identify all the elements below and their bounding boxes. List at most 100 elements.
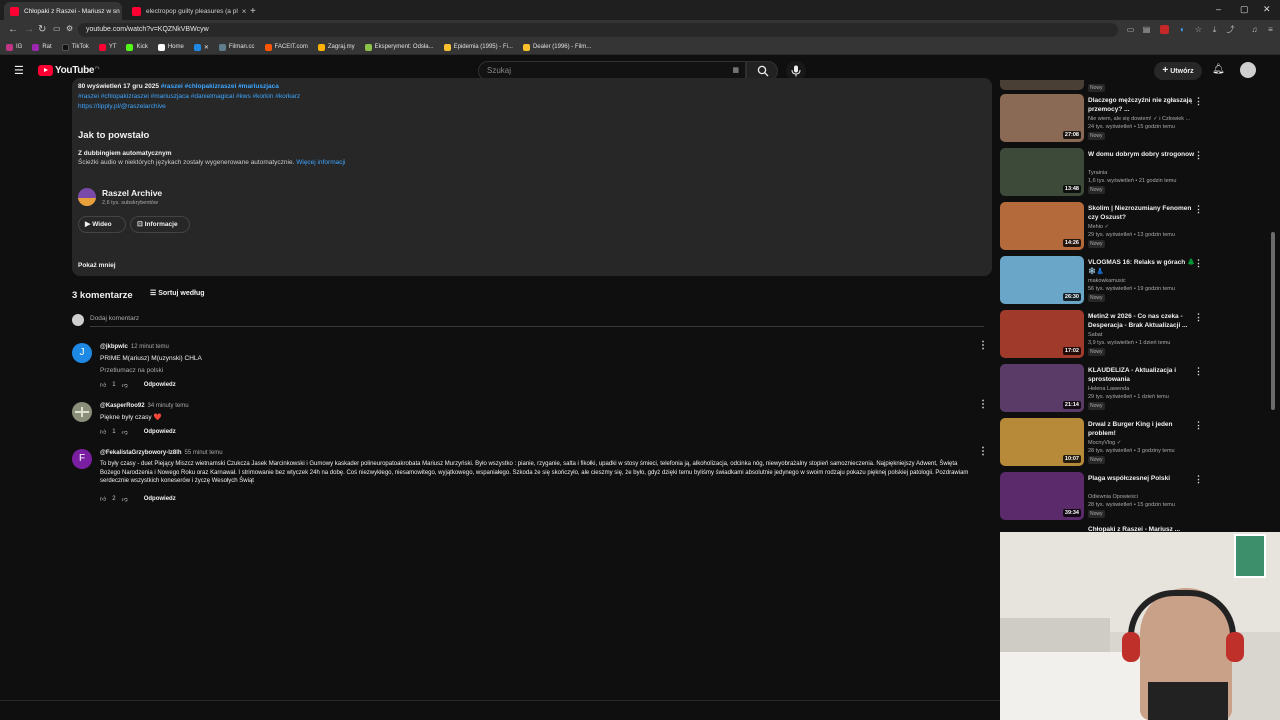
close-tab-icon[interactable]: ×: [120, 7, 122, 16]
comment-more-icon[interactable]: ⋮: [978, 446, 988, 457]
recommended-video[interactable]: 14:26 Skolim | Niezrozumiany Fenomen czy …: [1000, 202, 1203, 254]
video-title[interactable]: Plaga współczesnej Polski: [1088, 474, 1196, 483]
video-thumbnail[interactable]: 26:30: [1000, 256, 1084, 304]
video-thumbnail[interactable]: 13:48: [1000, 148, 1084, 196]
tipply-link[interactable]: https://tipply.pl/@raszelarchive: [78, 103, 166, 110]
video-more-icon[interactable]: ⋮: [1194, 204, 1203, 215]
bookmark-tiktok[interactable]: TikTok: [61, 43, 89, 51]
video-more-icon[interactable]: ⋮: [1194, 312, 1203, 323]
sort-button[interactable]: ☰ Sortuj według: [150, 289, 205, 297]
tab-current[interactable]: Chłopaki z Raszei - Mariusz w sn ×: [4, 2, 122, 20]
recommended-video[interactable]: 13:48 W domu dobrym dobry strogonow Tyrain…: [1000, 148, 1203, 200]
channel-name[interactable]: Raszel Archive: [102, 188, 162, 198]
dislike-icon[interactable]: 👎︎: [122, 428, 128, 436]
video-channel[interactable]: MocnyVlog ✓: [1088, 440, 1121, 446]
avatar[interactable]: [1240, 62, 1256, 78]
video-channel[interactable]: Helena Lawenda: [1088, 386, 1129, 392]
comment-author[interactable]: @KasperRoo92 34 minuty temu: [100, 403, 189, 409]
close-window-icon[interactable]: ✕: [1263, 4, 1271, 15]
notifications-bell-icon[interactable]: 🔔︎: [1212, 64, 1225, 75]
comment-avatar[interactable]: [72, 402, 92, 422]
site-info-icon[interactable]: ⚙: [66, 24, 73, 33]
tab-second[interactable]: electropop guilty pleasures (a pl ×: [126, 2, 248, 20]
video-channel[interactable]: Nie wiem, ale się dowiem! ✓ i Człowiek .…: [1088, 116, 1190, 122]
tab-search-icon[interactable]: ▤: [1142, 25, 1151, 34]
reload-icon[interactable]: ↻: [38, 24, 46, 35]
video-channel[interactable]: makowkamusic: [1088, 278, 1126, 284]
close-tab-icon[interactable]: ×: [238, 7, 247, 16]
video-channel[interactable]: Mehio ✓: [1088, 224, 1109, 230]
recommended-video[interactable]: 27:08 Dlaczego mężczyźni nie zgłaszają pr…: [1000, 94, 1203, 146]
like-icon[interactable]: 👍︎: [100, 381, 106, 389]
star-icon[interactable]: ☆: [1194, 25, 1203, 34]
bookmark-folder[interactable]: ✕: [193, 43, 209, 51]
dislike-icon[interactable]: 👎︎: [122, 381, 128, 389]
bookmark-faceit[interactable]: FACEIT.com: [264, 43, 308, 51]
bookmark-epidemia[interactable]: Epidemia (1995) - Fi...: [443, 43, 513, 51]
maximize-icon[interactable]: ▢: [1240, 4, 1249, 15]
extension-shield-icon[interactable]: [1160, 25, 1169, 34]
video-title[interactable]: Drwal z Burger King i jeden problem!: [1088, 420, 1196, 438]
recommended-video[interactable]: 17:02 Metin2 w 2026 - Co nas czeka - Desp…: [1000, 310, 1203, 362]
back-icon[interactable]: ←: [8, 24, 18, 35]
comment-author[interactable]: @FekalistaGrzybowory-lz8lh 55 minut temu: [100, 450, 223, 456]
like-icon[interactable]: 👍︎: [100, 495, 106, 503]
comment-more-icon[interactable]: ⋮: [978, 399, 988, 410]
share-icon[interactable]: ⤴: [1226, 25, 1235, 34]
hashtags[interactable]: #raszei #chlopakizraszei #mariuszjaca #d…: [78, 93, 300, 100]
videos-button[interactable]: ▶︎ Wideo: [78, 216, 126, 233]
dislike-icon[interactable]: 👎︎: [122, 495, 128, 503]
channel-avatar[interactable]: [78, 188, 96, 206]
reply-button[interactable]: Odpowiedz: [144, 496, 176, 502]
bookmark-eksperyment[interactable]: Eksperyment: Odsła...: [364, 43, 434, 51]
extension-icon[interactable]: ◐: [1178, 25, 1187, 34]
video-more-icon[interactable]: ⋮: [1194, 258, 1203, 269]
video-thumbnail[interactable]: 10:07: [1000, 418, 1084, 466]
video-title[interactable]: Skolim | Niezrozumiany Fenomen czy Oszus…: [1088, 204, 1196, 222]
video-thumbnail[interactable]: 21:14: [1000, 364, 1084, 412]
music-icon[interactable]: ♫: [1250, 25, 1259, 34]
bookmark-page-icon[interactable]: ▭: [53, 24, 61, 33]
recommended-thumbnail-partial[interactable]: [1000, 80, 1084, 90]
video-more-icon[interactable]: ⋮: [1194, 474, 1203, 485]
menu-icon[interactable]: ≡: [1266, 25, 1275, 34]
comment-avatar[interactable]: F: [72, 449, 92, 469]
video-channel[interactable]: Odlewnia Opowieści: [1088, 494, 1138, 500]
bookmark-dealer[interactable]: Dealer (1996) - Film...: [522, 43, 591, 51]
recommended-video[interactable]: 39:34 Plaga współczesnej Polski Odlewnia O…: [1000, 472, 1203, 524]
video-more-icon[interactable]: ⋮: [1194, 150, 1203, 161]
video-title[interactable]: VLOGMAS 16: Relaks w górach 🌲❄️👗: [1088, 258, 1196, 276]
bookmark-zagraj[interactable]: Zagraj.my: [317, 43, 355, 51]
forward-icon[interactable]: →: [24, 24, 34, 35]
recommended-video[interactable]: 21:14 KLAUDELIZA - Aktualizacja i sprosto…: [1000, 364, 1203, 416]
video-channel[interactable]: Sabat: [1088, 332, 1102, 338]
new-tab-button[interactable]: +: [250, 2, 264, 20]
bookmark-yt[interactable]: YT: [98, 43, 116, 51]
create-button[interactable]: + Utwórz: [1154, 62, 1202, 80]
hamburger-menu-icon[interactable]: ☰: [14, 64, 24, 77]
video-more-icon[interactable]: ⋮: [1194, 366, 1203, 377]
video-thumbnail[interactable]: 17:02: [1000, 310, 1084, 358]
reply-button[interactable]: Odpowiedz: [144, 382, 176, 388]
video-thumbnail[interactable]: 39:34: [1000, 472, 1084, 520]
video-thumbnail[interactable]: 14:26: [1000, 202, 1084, 250]
video-title[interactable]: W domu dobrym dobry strogonow: [1088, 150, 1196, 159]
video-more-icon[interactable]: ⋮: [1194, 420, 1203, 431]
bookmark-rat[interactable]: Rat: [32, 43, 52, 51]
bookmark-kick[interactable]: Kick: [126, 43, 148, 51]
video-more-icon[interactable]: ⋮: [1194, 96, 1203, 107]
about-button[interactable]: ⊡ Informacje: [130, 216, 190, 233]
minimize-icon[interactable]: –: [1216, 4, 1221, 14]
video-title[interactable]: Metin2 w 2026 - Co nas czeka - Desperacj…: [1088, 312, 1196, 330]
comment-avatar[interactable]: J: [72, 343, 92, 363]
recommended-video[interactable]: 10:07 Drwal z Burger King i jeden problem…: [1000, 418, 1203, 470]
add-comment-input[interactable]: Dodaj komentarz: [90, 315, 984, 327]
bookmark-filman[interactable]: Filman.cc: [218, 43, 255, 51]
comment-author[interactable]: @jkbpwlc 12 minut temu: [100, 344, 169, 350]
bookmark-home[interactable]: Home: [157, 43, 184, 51]
sidebar-scrollbar[interactable]: [1271, 232, 1275, 410]
recommended-video[interactable]: 26:30 VLOGMAS 16: Relaks w górach 🌲❄️👗 mak…: [1000, 256, 1203, 308]
like-icon[interactable]: 👍︎: [100, 428, 106, 436]
video-title[interactable]: Dlaczego mężczyźni nie zgłaszają przemoc…: [1088, 96, 1196, 114]
translate-link[interactable]: Przetłumacz na polski: [100, 366, 163, 375]
